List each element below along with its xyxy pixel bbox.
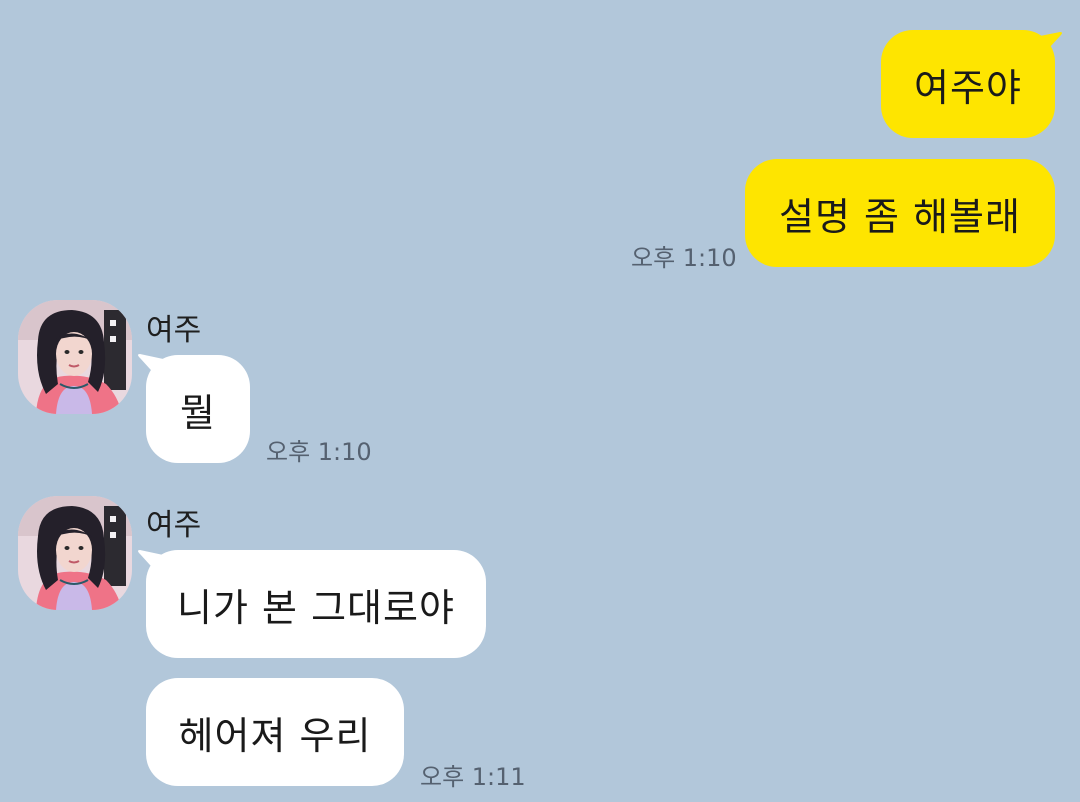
message-text: 설명 좀 해볼래 [779,194,1021,239]
incoming-message-bubble[interactable]: 헤어져 우리 [146,678,404,786]
message-timestamp: 오후 1:11 [420,763,526,791]
sender-name: 여주 [146,508,202,543]
chat-room: 여주야 설명 좀 해볼래 오후 1:10 여주 뭘 오후 1:10 여주 니가 … [0,0,1080,802]
outgoing-message-bubble[interactable]: 여주야 [881,30,1055,138]
profile-photo-icon [18,496,132,610]
message-text: 여주야 [914,65,1022,110]
profile-avatar[interactable] [18,496,132,610]
outgoing-message-bubble[interactable]: 설명 좀 해볼래 [745,159,1055,267]
profile-photo-icon [18,300,132,414]
sender-name: 여주 [146,313,202,348]
message-text: 니가 본 그대로야 [177,585,455,630]
profile-avatar[interactable] [18,300,132,414]
message-timestamp: 오후 1:10 [266,438,372,466]
incoming-message-bubble[interactable]: 니가 본 그대로야 [146,550,486,658]
message-text: 헤어져 우리 [178,713,372,758]
incoming-message-bubble[interactable]: 뭘 [146,355,250,463]
message-timestamp: 오후 1:10 [631,244,737,272]
message-text: 뭘 [180,390,216,435]
